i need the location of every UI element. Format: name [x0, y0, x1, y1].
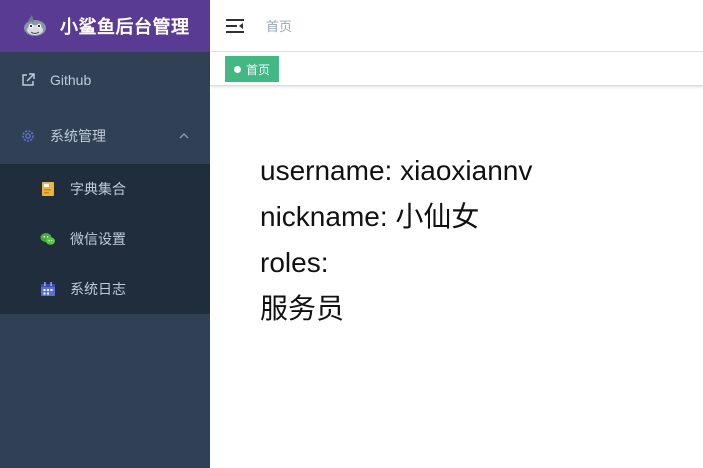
role-value: 服务员	[260, 293, 345, 324]
external-link-icon	[22, 73, 35, 86]
sidebar-item-label: 系统管理	[50, 128, 106, 144]
tab-home[interactable]: 首页	[225, 56, 280, 82]
tag-label: 首页	[246, 62, 271, 77]
username-line: username: xiaoxiannv	[260, 155, 533, 186]
tags-view: 首页	[210, 52, 703, 86]
navbar: 首页	[210, 0, 703, 52]
app-title: 小鲨鱼后台管理	[60, 17, 190, 37]
logo-bar[interactable]: 小鲨鱼后台管理	[0, 0, 210, 52]
dictionary-icon	[42, 182, 54, 196]
sidebar-item-system-management[interactable]: 系统管理	[0, 108, 210, 164]
sidebar-item-label: 字典集合	[70, 181, 126, 197]
sidebar-item-label: 微信设置	[70, 231, 126, 247]
sidebar-item-wechat[interactable]: 微信设置	[0, 214, 210, 264]
shark-logo-icon	[24, 15, 46, 36]
gear-icon	[22, 130, 34, 142]
user-info: username: xiaoxiannv nickname: 小仙女 roles…	[260, 148, 532, 332]
sidebar-item-label: Github	[50, 72, 92, 88]
hamburger-menu-icon[interactable]	[226, 18, 244, 34]
sidebar: 小鲨鱼后台管理 Github 系统管理 字典集合 微信设置 系统日志	[0, 0, 210, 468]
submenu-system-management: 字典集合 微信设置 系统日志	[0, 164, 210, 314]
chevron-up-icon[interactable]	[178, 130, 190, 142]
roles-label: roles:	[260, 247, 329, 278]
wechat-icon	[40, 233, 55, 245]
sidebar-item-label: 系统日志	[70, 281, 126, 297]
active-dot-icon	[234, 65, 241, 73]
main-content: username: xiaoxiannv nickname: 小仙女 roles…	[210, 86, 703, 468]
sidebar-item-system-log[interactable]: 系统日志	[0, 264, 210, 314]
sidebar-item-github[interactable]: Github	[0, 52, 210, 108]
nickname-line: nickname: 小仙女	[260, 201, 480, 232]
sidebar-item-dictionary[interactable]: 字典集合	[0, 164, 210, 214]
calendar-icon	[41, 282, 55, 296]
breadcrumb[interactable]: 首页	[266, 16, 292, 35]
